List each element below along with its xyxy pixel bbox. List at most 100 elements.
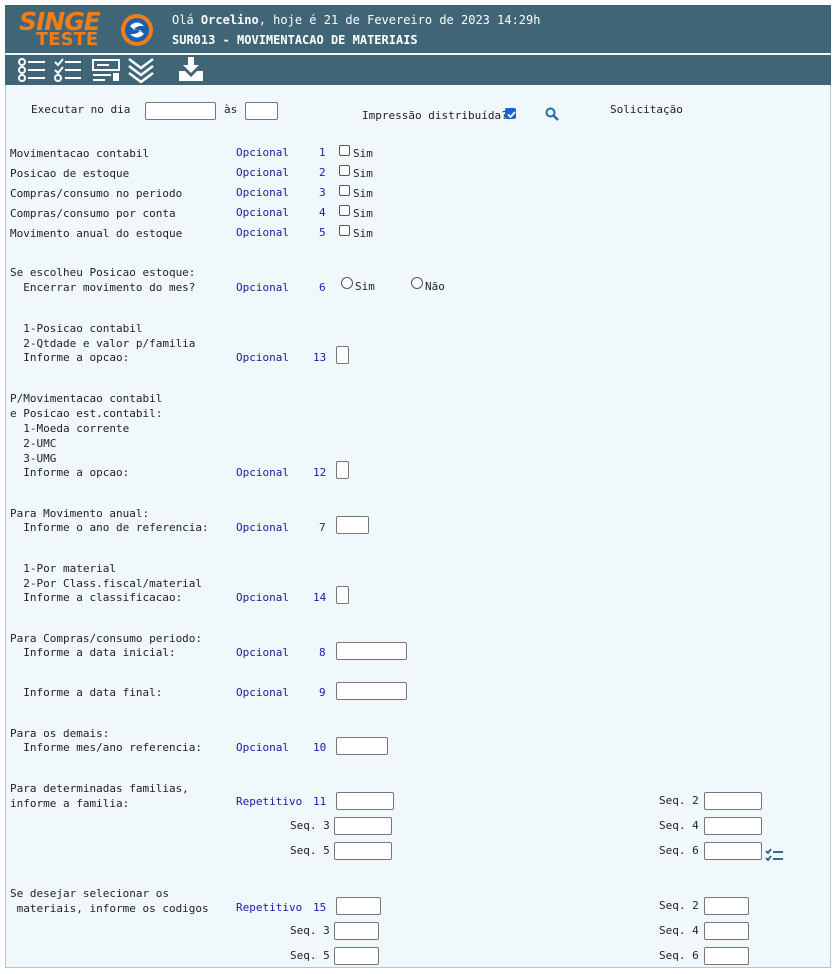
option-checkbox-4[interactable] (339, 205, 350, 216)
option-checkbox-3[interactable] (339, 185, 350, 196)
seq-label: Seq. 4 (659, 924, 699, 937)
greeting: Olá Orcelino, hoje é 21 de Fevereiro de … (172, 13, 541, 27)
section-label: Informe a data inicial: (10, 646, 176, 659)
material-seq2-input[interactable] (704, 897, 749, 915)
logo-icon (121, 14, 153, 46)
material-seq4-input[interactable] (704, 922, 749, 940)
search-icon[interactable] (545, 107, 559, 121)
material-seq1-input[interactable] (336, 897, 381, 915)
field-number: 11 (313, 795, 327, 808)
end-date-input[interactable] (336, 682, 407, 700)
status-label: Opcional (236, 741, 289, 754)
app-header: SINGE TESTE Olá Orcelino, hoje é 21 de F… (5, 5, 831, 53)
checklist-icon[interactable] (765, 848, 783, 862)
section-label: Para determinadas familias, (10, 782, 189, 795)
family-seq5-input[interactable] (334, 842, 392, 860)
seq-label: Seq. 4 (659, 819, 699, 832)
status-label: Opcional (236, 351, 289, 364)
section-label: 2-Por Class.fiscal/material (10, 577, 203, 590)
material-seq6-input[interactable] (704, 947, 749, 965)
option-checkbox-5[interactable] (339, 225, 350, 236)
status-label: Opcional (236, 206, 289, 219)
status-label: Opcional (236, 466, 289, 479)
form-icon[interactable] (91, 57, 121, 83)
start-date-input[interactable] (336, 642, 407, 660)
family-seq3-input[interactable] (334, 817, 392, 835)
option-13-input[interactable] (336, 346, 349, 364)
status-label: Opcional (236, 686, 289, 699)
logo-bottom: TESTE (36, 29, 99, 50)
section-label: 1-Posicao contabil (10, 322, 143, 335)
option-checkbox-2[interactable] (339, 165, 350, 176)
close-month-yes-radio[interactable] (341, 277, 353, 289)
execute-date-input[interactable] (145, 102, 216, 120)
field-number: 7 (319, 521, 326, 534)
section-label: 1-Por material (10, 562, 116, 575)
section-label: 3-UMG (10, 452, 57, 465)
month-year-input[interactable] (336, 737, 388, 755)
family-seq1-input[interactable] (336, 792, 394, 810)
material-seq3-input[interactable] (334, 922, 379, 940)
section-label: 1-Moeda corrente (10, 422, 130, 435)
execute-label: Executar no dia (31, 103, 131, 116)
option-12-input[interactable] (336, 461, 349, 479)
reference-year-input[interactable] (336, 516, 369, 534)
section-label: Encerrar movimento do mes? (10, 281, 196, 294)
option-label: Compras/consumo por conta (10, 207, 176, 220)
status-label: Opcional (236, 146, 289, 159)
list-icon[interactable] (17, 57, 47, 83)
status-label: Opcional (236, 226, 289, 239)
section-label: e Posicao est.contabil: (10, 407, 163, 420)
radio-label-yes: Sim (355, 280, 375, 293)
seq-label: Seq. 2 (659, 794, 699, 807)
download-icon[interactable] (177, 57, 205, 83)
section-label: Informe a data final: (10, 686, 163, 699)
seq-label: Seq. 2 (659, 899, 699, 912)
section-label: Para Movimento anual: (10, 507, 150, 520)
execute-time-input[interactable] (245, 102, 278, 120)
option-label: Movimento anual do estoque (10, 227, 183, 240)
print-distributed-checkbox[interactable] (505, 108, 516, 119)
section-label: materiais, informe os codigos (10, 902, 209, 915)
field-number: 1 (319, 146, 326, 159)
family-seq6-input[interactable] (704, 842, 762, 860)
status-label: Opcional (236, 646, 289, 659)
field-number: 6 (319, 281, 326, 294)
status-label: Opcional (236, 521, 289, 534)
field-number: 3 (319, 186, 326, 199)
seq-label: Seq. 6 (659, 949, 699, 962)
field-number: 8 (319, 646, 326, 659)
seq-label: Seq. 5 (290, 844, 330, 857)
field-number: 2 (319, 166, 326, 179)
section-label: Para os demais: (10, 727, 110, 740)
field-number: 10 (313, 741, 327, 754)
toolbar (5, 55, 831, 85)
section-label: Para Compras/consumo periodo: (10, 632, 203, 645)
section-label: 2-UMC (10, 437, 57, 450)
option-checkbox-1[interactable] (339, 145, 350, 156)
section-label: Se escolheu Posicao estoque: (10, 266, 196, 279)
section-label: P/Movimentacao contabil (10, 392, 163, 405)
classification-input[interactable] (336, 586, 349, 604)
check-icon (507, 111, 516, 119)
status-label: Opcional (236, 281, 289, 294)
close-month-no-radio[interactable] (411, 277, 423, 289)
checkbox-label: Sim (353, 167, 373, 180)
at-label: às (224, 103, 238, 116)
checklist-icon[interactable] (53, 57, 83, 83)
request-label: Solicitação (610, 103, 683, 116)
field-number: 12 (313, 466, 327, 479)
chevrons-down-icon[interactable] (127, 57, 155, 83)
option-label: Movimentacao contabil (10, 147, 150, 160)
material-seq5-input[interactable] (334, 947, 379, 965)
section-label: informe a familia: (10, 797, 130, 810)
user-name: Orcelino (200, 13, 259, 27)
radio-label-no: Não (425, 280, 445, 293)
status-label: Opcional (236, 166, 289, 179)
family-seq2-input[interactable] (704, 792, 762, 810)
status-label: Opcional (236, 591, 289, 604)
field-number: 5 (319, 226, 326, 239)
section-label: Se desejar selecionar os (10, 887, 169, 900)
print-distributed-label: Impressão distribuída? (362, 109, 508, 122)
family-seq4-input[interactable] (704, 817, 762, 835)
